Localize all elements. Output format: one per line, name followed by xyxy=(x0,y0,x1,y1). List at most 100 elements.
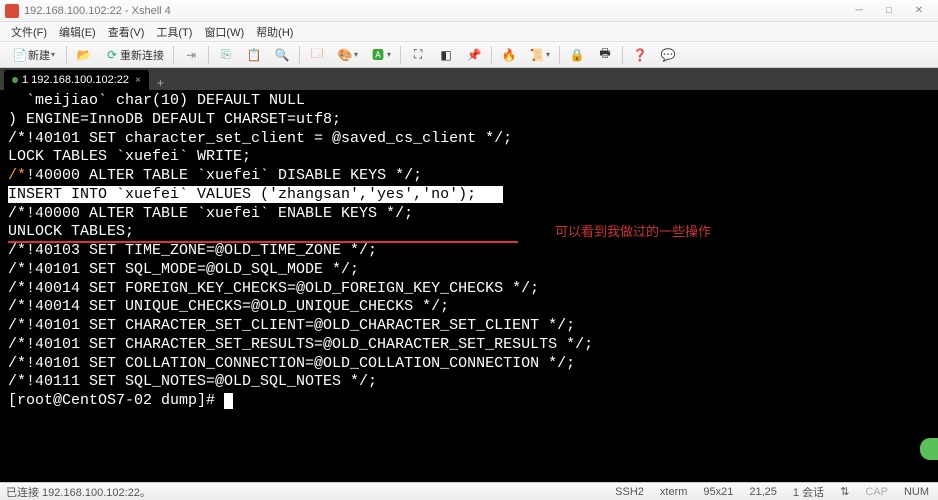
status-capslock: CAP xyxy=(862,486,891,498)
terminal-line: /*!40101 SET COLLATION_CONNECTION=@OLD_C… xyxy=(8,355,930,374)
reconnect-label: 重新连接 xyxy=(120,47,164,63)
menu-help[interactable]: 帮助(H) xyxy=(250,22,299,42)
terminal-line: LOCK TABLES `xuefei` WRITE; xyxy=(8,148,930,167)
tab-label: 1 192.168.100.102:22 xyxy=(22,74,129,86)
disconnect-button[interactable]: ⇥ xyxy=(178,45,204,65)
window-controls: ─ □ ✕ xyxy=(845,3,933,19)
paste-icon: 📋 xyxy=(246,47,262,63)
shell-prompt: [root@CentOS7-02 dump]# xyxy=(8,392,224,409)
terminal-line: /*!40101 SET SQL_MODE=@OLD_SQL_MODE */; xyxy=(8,261,930,280)
selected-text: INSERT INTO `xuefei` VALUES ('zhangsan',… xyxy=(8,186,476,203)
palette-icon: 🎨 xyxy=(337,47,353,63)
status-numlock: NUM xyxy=(901,486,932,498)
about-button[interactable]: 💬 xyxy=(655,45,681,65)
help-icon: ❓ xyxy=(632,47,648,63)
font-button[interactable]: 🅰▾ xyxy=(365,45,396,65)
menu-tools[interactable]: 工具(T) xyxy=(150,22,198,42)
terminal-prompt-line: [root@CentOS7-02 dump]# xyxy=(8,392,930,411)
font-icon: 🅰 xyxy=(370,47,386,63)
status-right: SSH2 xterm 95x21 21,25 1 会话 ⇅ CAP NUM xyxy=(612,484,932,500)
annotation-underline xyxy=(8,241,518,243)
session-tabbar: 1 192.168.100.102:22 × + xyxy=(0,68,938,90)
chevron-down-icon: ▾ xyxy=(51,50,55,59)
menu-file[interactable]: 文件(F) xyxy=(5,22,53,42)
window-titlebar: 192.168.100.102:22 - Xshell 4 ─ □ ✕ xyxy=(0,0,938,22)
cursor-icon xyxy=(224,393,233,409)
status-cursor-pos: 21,25 xyxy=(746,486,780,498)
session-tab[interactable]: 1 192.168.100.102:22 × xyxy=(4,70,149,90)
terminal-output[interactable]: `meijiao` char(10) DEFAULT NULL ) ENGINE… xyxy=(0,90,938,482)
properties-button[interactable]: 🗔 xyxy=(304,45,330,65)
lock-icon: 🔒 xyxy=(569,47,585,63)
menubar: 文件(F) 编辑(E) 查看(V) 工具(T) 窗口(W) 帮助(H) xyxy=(0,22,938,42)
window-title: 192.168.100.102:22 - Xshell 4 xyxy=(24,5,845,17)
copy-button[interactable]: ⎘ xyxy=(213,45,239,65)
chevron-down-icon: ▾ xyxy=(354,50,358,59)
terminal-text: !40000 ALTER TABLE `xuefei` DISABLE KEYS… xyxy=(26,167,422,184)
terminal-line: /*!40103 SET TIME_ZONE=@OLD_TIME_ZONE */… xyxy=(8,242,930,261)
tab-close-icon[interactable]: × xyxy=(135,75,141,86)
toolbar-separator xyxy=(173,46,174,64)
terminal-line: UNLOCK TABLES; xyxy=(8,223,930,242)
connected-indicator-icon xyxy=(12,77,18,83)
properties-icon: 🗔 xyxy=(309,47,325,63)
transparent-button[interactable]: ◧ xyxy=(433,45,459,65)
menu-window[interactable]: 窗口(W) xyxy=(198,22,250,42)
statusbar: 已连接 192.168.100.102:22。 SSH2 xterm 95x21… xyxy=(0,482,938,500)
app-icon xyxy=(5,4,19,18)
lock-button[interactable]: 🔒 xyxy=(564,45,590,65)
fullscreen-button[interactable]: ⛶ xyxy=(405,45,431,65)
terminal-line: `meijiao` char(10) DEFAULT NULL xyxy=(8,92,930,111)
color-button[interactable]: 🎨▾ xyxy=(332,45,363,65)
help-button[interactable]: ❓ xyxy=(627,45,653,65)
maximize-button[interactable]: □ xyxy=(875,3,903,19)
terminal-line: /*!40014 SET UNIQUE_CHECKS=@OLD_UNIQUE_C… xyxy=(8,298,930,317)
terminal-line: /*!40101 SET CHARACTER_SET_RESULTS=@OLD_… xyxy=(8,336,930,355)
xftp-icon: 🔥 xyxy=(501,47,517,63)
side-badge-icon xyxy=(920,438,938,460)
transparency-icon: ◧ xyxy=(438,47,454,63)
printer-button[interactable]: 🖶 xyxy=(592,45,618,65)
reconnect-icon: ⟳ xyxy=(104,47,120,63)
disconnect-icon: ⇥ xyxy=(183,47,199,63)
folder-open-icon: 📂 xyxy=(76,47,92,63)
chevron-down-icon: ▾ xyxy=(387,50,391,59)
terminal-line: /*!40101 SET character_set_client = @sav… xyxy=(8,130,930,149)
minimize-button[interactable]: ─ xyxy=(845,3,873,19)
find-button[interactable]: 🔍 xyxy=(269,45,295,65)
xftp-button[interactable]: 🔥 xyxy=(496,45,522,65)
fullscreen-icon: ⛶ xyxy=(410,47,426,63)
network-icon: ⇅ xyxy=(837,485,852,498)
toolbar-separator xyxy=(208,46,209,64)
new-session-button[interactable]: 📄 新建 ▾ xyxy=(5,45,62,65)
script-button[interactable]: 📜▾ xyxy=(524,45,555,65)
menu-view[interactable]: 查看(V) xyxy=(102,22,151,42)
terminal-line: /*!40111 SET SQL_NOTES=@OLD_SQL_NOTES */… xyxy=(8,373,930,392)
copy-icon: ⎘ xyxy=(218,47,234,63)
pin-icon: 📌 xyxy=(466,47,482,63)
open-button[interactable]: 📂 xyxy=(71,45,97,65)
toolbar-separator xyxy=(66,46,67,64)
toolbar-separator xyxy=(491,46,492,64)
annotation-text: 可以看到我做过的一些操作 xyxy=(555,224,711,240)
status-termtype: xterm xyxy=(657,486,691,498)
new-label: 新建 xyxy=(28,47,50,63)
terminal-highlight-line: INSERT INTO `xuefei` VALUES ('zhangsan',… xyxy=(8,186,930,205)
search-icon: 🔍 xyxy=(274,47,290,63)
printer-icon: 🖶 xyxy=(597,47,613,63)
reconnect-button[interactable]: ⟳ 重新连接 xyxy=(99,45,169,65)
new-file-icon: 📄 xyxy=(12,47,28,63)
terminal-line: ) ENGINE=InnoDB DEFAULT CHARSET=utf8; xyxy=(8,111,930,130)
status-connection: 已连接 192.168.100.102:22。 xyxy=(6,484,612,500)
terminal-line: /*!40101 SET CHARACTER_SET_CLIENT=@OLD_C… xyxy=(8,317,930,336)
close-button[interactable]: ✕ xyxy=(905,3,933,19)
menu-edit[interactable]: 编辑(E) xyxy=(53,22,102,42)
paste-button[interactable]: 📋 xyxy=(241,45,267,65)
about-icon: 💬 xyxy=(660,47,676,63)
toolbar-separator xyxy=(299,46,300,64)
ontop-button[interactable]: 📌 xyxy=(461,45,487,65)
terminal-line: /*!40000 ALTER TABLE `xuefei` ENABLE KEY… xyxy=(8,205,930,224)
add-tab-button[interactable]: + xyxy=(151,76,170,90)
status-size: 95x21 xyxy=(700,486,736,498)
toolbar-separator xyxy=(559,46,560,64)
